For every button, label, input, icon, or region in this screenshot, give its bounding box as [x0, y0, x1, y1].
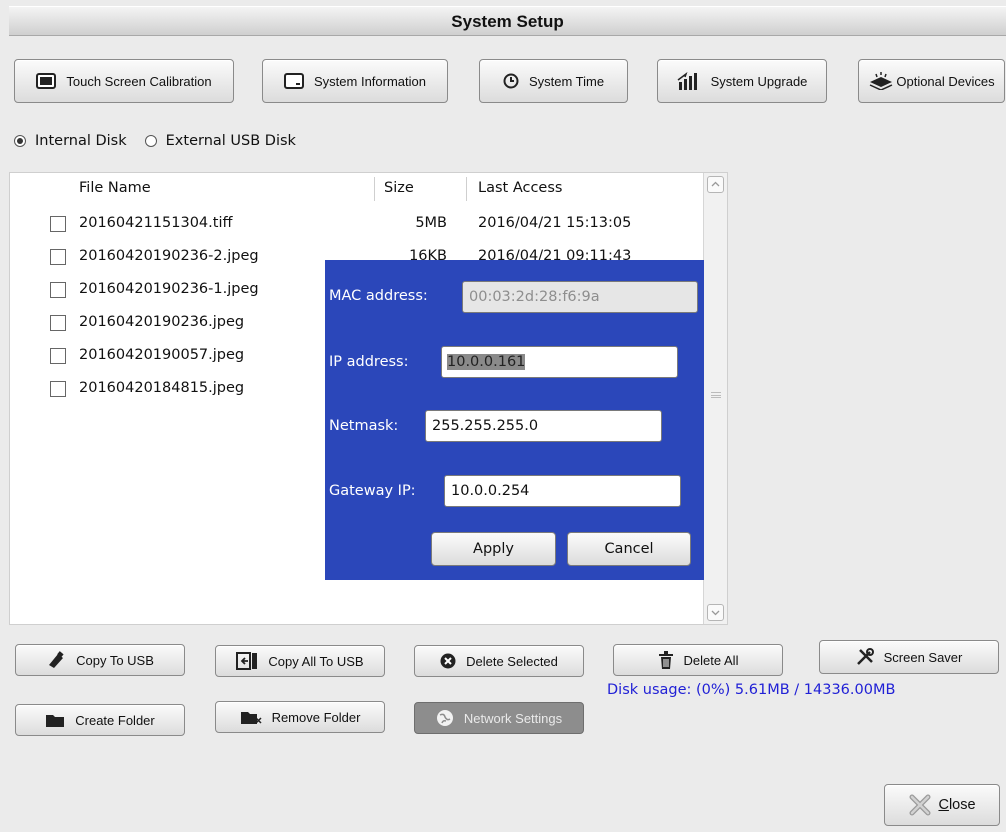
screen-saver-label: Screen Saver	[883, 649, 963, 665]
apply-label: Apply	[473, 541, 514, 557]
optional-devices-label: Optional Devices	[896, 73, 995, 89]
close-x-icon	[909, 794, 931, 816]
cancel-button[interactable]: Cancel	[567, 532, 691, 566]
gateway-ip-label: Gateway IP:	[329, 483, 416, 499]
column-file-name[interactable]: File Name	[79, 180, 151, 196]
delete-selected-label: Delete Selected	[466, 653, 558, 669]
chevron-up-icon	[711, 181, 720, 187]
network-settings-button[interactable]: Network Settings	[414, 702, 584, 734]
file-name: 20160420184815.jpeg	[79, 380, 245, 396]
delete-circle-icon	[440, 653, 456, 669]
delete-all-label: Delete All	[683, 652, 739, 668]
disk-selector: Internal Disk External USB Disk	[14, 133, 296, 149]
file-row[interactable]: 20160421151304.tiff 5MB 2016/04/21 15:13…	[10, 207, 703, 240]
ip-address-label: IP address:	[329, 354, 409, 370]
mac-address-label: MAC address:	[329, 288, 428, 304]
usb-drive-icon	[49, 651, 64, 668]
system-setup-window: System Setup Touch Screen Calibration Sy…	[0, 0, 1006, 832]
touch-screen-calibration-label: Touch Screen Calibration	[66, 73, 212, 89]
create-folder-label: Create Folder	[75, 712, 155, 728]
file-checkbox[interactable]	[50, 348, 66, 364]
upgrade-bars-icon	[677, 72, 697, 90]
gateway-ip-field[interactable]: 10.0.0.254	[444, 475, 681, 507]
disk-usage-status: Disk usage: (0%) 5.61MB / 14336.00MB	[607, 682, 896, 698]
mac-address-field: 00:03:2d:28:f6:9a	[462, 281, 698, 313]
gateway-ip-value: 10.0.0.254	[451, 483, 530, 499]
create-folder-button[interactable]: Create Folder	[15, 704, 185, 736]
cancel-label: Cancel	[604, 541, 654, 557]
file-checkbox[interactable]	[50, 315, 66, 331]
folder-icon	[46, 715, 65, 727]
vertical-scrollbar[interactable]	[703, 173, 727, 624]
netmask-field[interactable]: 255.255.255.0	[425, 410, 662, 442]
network-settings-label: Network Settings	[463, 710, 563, 726]
netmask-value: 255.255.255.0	[432, 418, 539, 434]
delete-selected-button[interactable]: Delete Selected	[414, 645, 584, 677]
mac-address-value: 00:03:2d:28:f6:9a	[469, 289, 600, 305]
system-time-button[interactable]: System Time	[479, 59, 628, 103]
file-last-access: 2016/04/21 15:13:05	[478, 215, 632, 231]
file-name: 20160420190057.jpeg	[79, 347, 245, 363]
copy-all-icon	[236, 652, 258, 670]
remove-folder-label: Remove Folder	[271, 709, 361, 725]
file-size: 5MB	[415, 215, 447, 231]
touch-screen-calibration-button[interactable]: Touch Screen Calibration	[14, 59, 234, 103]
column-divider	[466, 177, 467, 201]
file-checkbox[interactable]	[50, 216, 66, 232]
chevron-down-icon	[711, 610, 720, 616]
column-last-access[interactable]: Last Access	[478, 180, 562, 196]
column-size[interactable]: Size	[384, 180, 414, 196]
clock-icon	[503, 73, 519, 89]
file-checkbox[interactable]	[50, 381, 66, 397]
remove-folder-button[interactable]: Remove Folder	[215, 701, 385, 733]
ip-address-value: 10.0.0.161	[447, 354, 526, 370]
close-button[interactable]: Close	[884, 784, 1000, 826]
system-upgrade-label: System Upgrade	[710, 73, 808, 89]
system-information-button[interactable]: System Information	[262, 59, 448, 103]
screen-saver-button[interactable]: Screen Saver	[819, 640, 999, 674]
title-bar: System Setup	[9, 6, 1006, 36]
globe-icon	[436, 710, 453, 726]
file-checkbox[interactable]	[50, 249, 66, 265]
devices-stack-icon	[870, 72, 893, 90]
window-title: System Setup	[451, 12, 564, 31]
scroll-down-button[interactable]	[707, 604, 724, 621]
optional-devices-button[interactable]: Optional Devices	[858, 59, 1005, 103]
copy-all-to-usb-button[interactable]: Copy All To USB	[215, 645, 385, 677]
display-info-icon	[284, 73, 304, 89]
apply-button[interactable]: Apply	[431, 532, 556, 566]
file-checkbox[interactable]	[50, 282, 66, 298]
internal-disk-radio[interactable]	[14, 135, 26, 147]
file-name: 20160420190236-2.jpeg	[79, 248, 259, 264]
file-name: 20160420190236-1.jpeg	[79, 281, 259, 297]
file-name: 20160420190236.jpeg	[79, 314, 245, 330]
tools-icon	[856, 648, 874, 665]
external-usb-disk-radio[interactable]	[144, 135, 157, 147]
ip-address-field[interactable]: 10.0.0.161	[441, 346, 678, 378]
system-upgrade-button[interactable]: System Upgrade	[657, 59, 827, 103]
file-list-header: File Name Size Last Access	[10, 173, 703, 205]
copy-all-to-usb-label: Copy All To USB	[268, 653, 364, 669]
delete-all-button[interactable]: Delete All	[613, 644, 783, 676]
scroll-thumb-grip[interactable]	[711, 392, 721, 398]
file-name: 20160421151304.tiff	[79, 215, 233, 231]
system-time-label: System Time	[528, 73, 605, 89]
close-label: Close	[938, 797, 976, 813]
scroll-up-button[interactable]	[707, 176, 724, 193]
internal-disk-label[interactable]: Internal Disk	[35, 133, 127, 149]
external-usb-disk-label[interactable]: External USB Disk	[166, 133, 296, 149]
system-information-label: System Information	[314, 73, 426, 89]
trash-icon	[658, 651, 673, 669]
folder-remove-icon	[240, 712, 262, 724]
column-divider	[374, 177, 375, 201]
copy-to-usb-button[interactable]: Copy To USB	[15, 644, 185, 676]
netmask-label: Netmask:	[329, 418, 399, 434]
copy-to-usb-label: Copy To USB	[76, 652, 154, 668]
monitor-icon	[36, 73, 57, 89]
